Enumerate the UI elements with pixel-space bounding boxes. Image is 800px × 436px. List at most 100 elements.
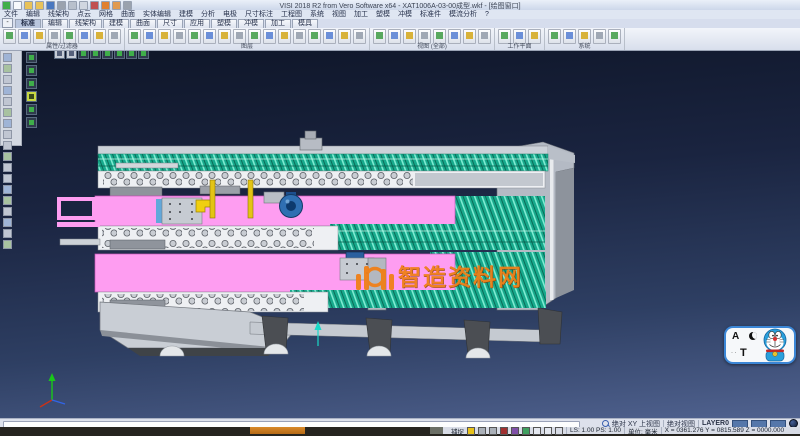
tool-icon[interactable] xyxy=(308,29,321,44)
view-mode-icon[interactable] xyxy=(26,78,37,89)
tool-icon[interactable] xyxy=(433,29,446,44)
tool-icon[interactable] xyxy=(513,29,526,44)
tool-icon[interactable] xyxy=(158,29,171,44)
tab-dimension[interactable]: 尺寸 xyxy=(157,19,183,28)
tool-icon[interactable] xyxy=(3,97,12,106)
magnifier-icon[interactable] xyxy=(602,420,609,427)
menu-analysis[interactable]: 分析 xyxy=(197,10,219,19)
undo-icon[interactable] xyxy=(101,1,110,10)
import-icon[interactable] xyxy=(35,1,44,10)
snap-rotate-icon[interactable] xyxy=(544,427,552,435)
tool-icon[interactable] xyxy=(3,29,16,44)
open-icon[interactable] xyxy=(24,1,33,10)
menu-modeling[interactable]: 建模 xyxy=(175,10,197,19)
menu-dimension[interactable]: 尺寸标注 xyxy=(241,10,277,19)
save-as-icon[interactable] xyxy=(57,1,66,10)
tool-icon[interactable] xyxy=(3,185,12,194)
tool-icon[interactable] xyxy=(3,163,12,172)
tool-icon[interactable] xyxy=(608,29,621,44)
tab-wireframe[interactable]: 线架构 xyxy=(69,19,102,28)
copy-icon[interactable] xyxy=(79,1,88,10)
tool-icon[interactable] xyxy=(128,29,141,44)
tool-icon[interactable] xyxy=(278,29,291,44)
tool-icon[interactable] xyxy=(108,29,121,44)
tool-icon[interactable] xyxy=(418,29,431,44)
print-icon[interactable] xyxy=(68,1,77,10)
tool-icon[interactable] xyxy=(143,29,156,44)
snap-quadrant-icon[interactable] xyxy=(522,427,530,435)
view-mode-icon[interactable] xyxy=(26,52,37,63)
tool-icon[interactable] xyxy=(323,29,336,44)
tool-icon[interactable] xyxy=(263,29,276,44)
tool-icon[interactable] xyxy=(478,29,491,44)
tab-die[interactable]: 模具 xyxy=(292,19,318,28)
tool-icon[interactable] xyxy=(578,29,591,44)
tool-icon[interactable] xyxy=(188,29,201,44)
tool-icon[interactable] xyxy=(3,119,12,128)
tool-icon[interactable] xyxy=(498,29,511,44)
tool-icon[interactable] xyxy=(173,29,186,44)
tool-icon[interactable] xyxy=(3,53,12,62)
menu-flow-analysis[interactable]: 模流分析 xyxy=(445,10,481,19)
tab-surface[interactable]: 曲面 xyxy=(130,19,156,28)
snap-center-icon[interactable] xyxy=(500,427,508,435)
menu-mould[interactable]: 塑模 xyxy=(372,10,394,19)
tool-icon[interactable] xyxy=(3,174,12,183)
tool-icon[interactable] xyxy=(353,29,366,44)
tool-icon[interactable] xyxy=(563,29,576,44)
tool-icon[interactable] xyxy=(3,108,12,117)
menu-machining[interactable]: 加工 xyxy=(350,10,372,19)
menu-view[interactable]: 视图 xyxy=(328,10,350,19)
options-icon[interactable] xyxy=(123,1,132,10)
menu-system[interactable]: 系统 xyxy=(306,10,328,19)
tab-stamping[interactable]: 冲模 xyxy=(238,19,264,28)
tab-mould[interactable]: 塑模 xyxy=(211,19,237,28)
tool-icon[interactable] xyxy=(18,29,31,44)
tool-icon[interactable] xyxy=(3,75,12,84)
tool-icon[interactable] xyxy=(463,29,476,44)
tool-icon[interactable] xyxy=(388,29,401,44)
tab-standard[interactable]: 标准 xyxy=(15,19,41,28)
tool-icon[interactable] xyxy=(548,29,561,44)
tool-icon[interactable] xyxy=(403,29,416,44)
menu-drawing[interactable]: 工程图 xyxy=(277,10,306,19)
menu-help[interactable]: ? xyxy=(481,10,493,19)
view-mode-icon[interactable] xyxy=(26,117,37,128)
tab-edit[interactable]: 编辑 xyxy=(42,19,68,28)
tool-icon[interactable] xyxy=(33,29,46,44)
tool-icon[interactable] xyxy=(593,29,606,44)
tool-icon[interactable] xyxy=(203,29,216,44)
tool-icon[interactable] xyxy=(3,64,12,73)
tool-icon[interactable] xyxy=(448,29,461,44)
view-mode-icon[interactable] xyxy=(26,104,37,115)
tab-machining[interactable]: 加工 xyxy=(265,19,291,28)
tab-application[interactable]: 应用 xyxy=(184,19,210,28)
tool-icon[interactable] xyxy=(248,29,261,44)
view-mode-icon[interactable] xyxy=(26,65,37,76)
tool-icon[interactable] xyxy=(78,29,91,44)
tool-icon[interactable] xyxy=(3,130,12,139)
menu-progress[interactable]: 冲模 xyxy=(394,10,416,19)
snap-intersection-icon[interactable] xyxy=(511,427,519,435)
menu-pointcloud[interactable]: 点云 xyxy=(73,10,95,19)
tool-icon[interactable] xyxy=(3,218,12,227)
tool-icon[interactable] xyxy=(3,86,12,95)
menu-standard-parts[interactable]: 标准件 xyxy=(416,10,445,19)
menu-edit[interactable]: 编辑 xyxy=(22,10,44,19)
snap-point-icon[interactable] xyxy=(467,427,475,435)
tool-icon[interactable] xyxy=(93,29,106,44)
collapse-ribbon-button[interactable]: - xyxy=(2,18,13,28)
snap-tangent-icon[interactable] xyxy=(533,427,541,435)
redo-icon[interactable] xyxy=(112,1,121,10)
snap-midpoint-icon[interactable] xyxy=(489,427,497,435)
tool-icon[interactable] xyxy=(3,240,12,249)
tool-icon[interactable] xyxy=(338,29,351,44)
tool-icon[interactable] xyxy=(48,29,61,44)
tool-icon[interactable] xyxy=(233,29,246,44)
new-file-icon[interactable] xyxy=(13,1,22,10)
tool-icon[interactable] xyxy=(3,196,12,205)
tool-icon[interactable] xyxy=(528,29,541,44)
tool-icon[interactable] xyxy=(373,29,386,44)
snap-endpoint-icon[interactable] xyxy=(478,427,486,435)
tool-icon[interactable] xyxy=(3,152,12,161)
